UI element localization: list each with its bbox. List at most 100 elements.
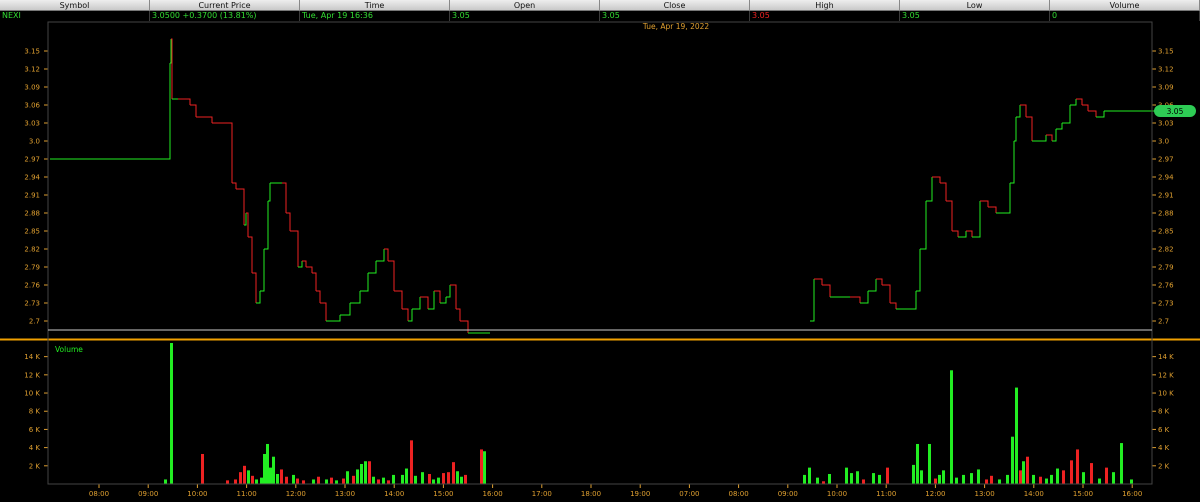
price-tick-label: 2.85 <box>1158 228 1174 236</box>
time-tick-label: 14:00 <box>1024 490 1044 498</box>
volume-bar <box>950 370 953 484</box>
time-tick-label: 13:00 <box>335 490 355 498</box>
volume-bar <box>955 477 958 484</box>
volume-tick-label: 12 K <box>1158 371 1174 379</box>
price-step-segment <box>306 266 313 273</box>
price-step-segment <box>882 284 891 303</box>
price-tick-label: 2.85 <box>24 228 40 236</box>
time-tick-label: 10:00 <box>187 490 207 498</box>
price-step-segment <box>940 182 947 201</box>
volume-bar <box>1076 449 1079 484</box>
price-step-segment <box>408 309 413 322</box>
price-step-segment <box>1002 183 1011 214</box>
volume-bar <box>342 478 345 484</box>
price-axis-left: 2.7 2.73 2.76 2.79 2.82 2.85 2.88 2.91 2.94 2.97 3… <box>24 48 48 326</box>
volume-tick-label: 8 K <box>1158 408 1170 416</box>
time-tick-label: 11:00 <box>876 490 896 498</box>
volume-bar <box>977 469 980 484</box>
volume-bar <box>372 476 375 484</box>
price-tick-label: 3.03 <box>24 120 40 128</box>
volume-bars <box>164 343 1133 484</box>
volume-bar <box>938 474 941 484</box>
volume-bar <box>325 479 328 484</box>
price-step-segment <box>302 260 307 267</box>
price-step-segment <box>916 249 921 292</box>
price-step-segment <box>1026 116 1033 141</box>
volume-bar <box>276 473 279 484</box>
price-step-segment <box>920 201 927 250</box>
volume-bar <box>164 479 167 484</box>
price-tick-label: 2.76 <box>24 282 40 290</box>
volume-bar <box>828 473 831 484</box>
chart-frame <box>47 21 1153 485</box>
price-step-segment <box>298 261 303 268</box>
price-tick-label: 2.7 <box>29 318 40 326</box>
volume-bar <box>260 477 263 484</box>
price-step-segment <box>376 249 385 262</box>
volume-bar <box>942 470 945 484</box>
price-step-segment <box>1038 135 1047 142</box>
volume-bar <box>985 479 988 484</box>
volume-bar <box>803 474 806 484</box>
volume-bar <box>239 472 242 484</box>
volume-bar <box>428 473 431 484</box>
price-step-segment <box>460 320 469 333</box>
time-tick-label: 14:00 <box>384 490 404 498</box>
volume-bar <box>285 476 288 484</box>
volume-bar <box>998 479 1001 484</box>
price-step-segment <box>360 273 369 292</box>
volume-bar <box>480 449 483 484</box>
price-tick-label: 2.79 <box>1158 264 1174 272</box>
time-tick-label: 16:00 <box>483 490 503 498</box>
time-tick-label: 12:00 <box>286 490 306 498</box>
volume-bar <box>990 475 993 484</box>
price-step-segment <box>428 291 435 310</box>
volume-bar <box>392 474 395 484</box>
price-step-segment <box>368 261 377 274</box>
price-volume-chart[interactable]: Tue, Apr 19, 2022 2.7 2.73 2.76 2.79 2.82 2.8… <box>0 0 1200 502</box>
volume-bar <box>1130 479 1133 484</box>
volume-bar <box>1105 467 1108 484</box>
price-tick-label: 2.88 <box>1158 210 1174 218</box>
time-tick-label: 09:00 <box>138 490 158 498</box>
volume-label: Volume <box>55 345 83 354</box>
volume-bar <box>280 469 283 484</box>
volume-bar <box>1062 470 1065 484</box>
price-tick-label: 2.7 <box>1158 318 1169 326</box>
volume-bar <box>452 462 455 484</box>
price-tick-label: 3.15 <box>24 48 40 56</box>
price-tick-label: 2.91 <box>1158 192 1174 200</box>
price-step-segment <box>860 291 869 304</box>
time-tick-label: 07:00 <box>679 490 699 498</box>
volume-tick-label: 6 K <box>29 426 41 434</box>
price-step-segment <box>170 39 172 64</box>
price-tick-label: 2.97 <box>1158 156 1174 164</box>
volume-bar <box>970 473 973 484</box>
time-tick-label: 13:00 <box>975 490 995 498</box>
volume-bar <box>816 477 819 484</box>
price-tick-label: 3.15 <box>1158 48 1174 56</box>
current-price-badge-label: 3.05 <box>1167 107 1184 116</box>
time-tick-label: 16:00 <box>1122 490 1142 498</box>
price-step-segment <box>1014 117 1017 142</box>
price-step-segment <box>394 290 403 309</box>
current-price-badge[interactable]: 3.05 <box>1154 105 1196 117</box>
volume-bar <box>483 451 486 484</box>
price-step-segment <box>850 296 861 303</box>
volume-bar <box>346 471 349 484</box>
volume-tick-label: 6 K <box>1158 426 1170 434</box>
price-step-segment <box>286 212 291 231</box>
volume-bar <box>962 474 965 484</box>
price-step-segment <box>822 284 831 297</box>
volume-bar <box>335 480 338 484</box>
volume-bar <box>377 479 380 484</box>
time-tick-label: 10:00 <box>827 490 847 498</box>
price-step-segment <box>814 278 823 285</box>
price-tick-label: 3.0 <box>29 138 40 146</box>
volume-bar <box>234 479 237 484</box>
volume-bar <box>292 474 295 484</box>
price-step-segment <box>248 236 253 273</box>
volume-bar <box>916 443 919 484</box>
price-step-segment <box>1062 105 1071 124</box>
volume-bar <box>201 453 204 484</box>
